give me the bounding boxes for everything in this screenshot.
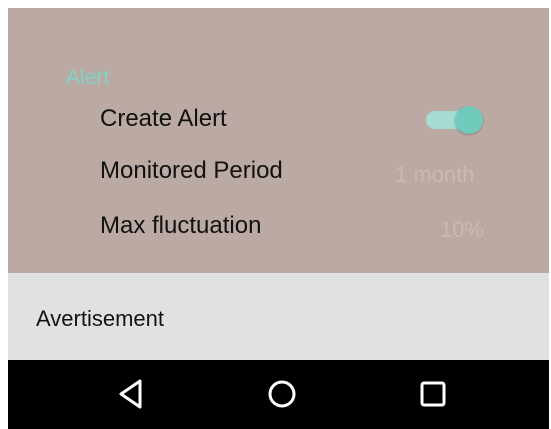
create-alert-toggle[interactable]: [426, 106, 484, 134]
toggle-thumb: [455, 106, 483, 134]
monitored-period-label: Monitored Period: [100, 157, 283, 184]
recents-icon: [420, 381, 446, 407]
max-fluctuation-label: Max fluctuation: [100, 212, 262, 239]
recents-button[interactable]: [410, 374, 456, 414]
monitored-period-value[interactable]: 1 month: [395, 162, 475, 188]
max-fluctuation-value[interactable]: 10%: [440, 217, 484, 243]
home-icon: [268, 380, 296, 408]
create-alert-label: Create Alert: [100, 105, 227, 132]
back-button[interactable]: [108, 374, 154, 414]
ad-banner[interactable]: Avertisement: [8, 273, 549, 360]
back-icon: [119, 379, 142, 409]
navigation-bar: [8, 360, 549, 429]
section-header-alert: Alert: [66, 66, 110, 89]
app-screen: Alert Create Alert Monitored Period 1 mo…: [8, 8, 549, 429]
ad-text: Avertisement: [36, 306, 164, 331]
home-button[interactable]: [259, 374, 305, 414]
